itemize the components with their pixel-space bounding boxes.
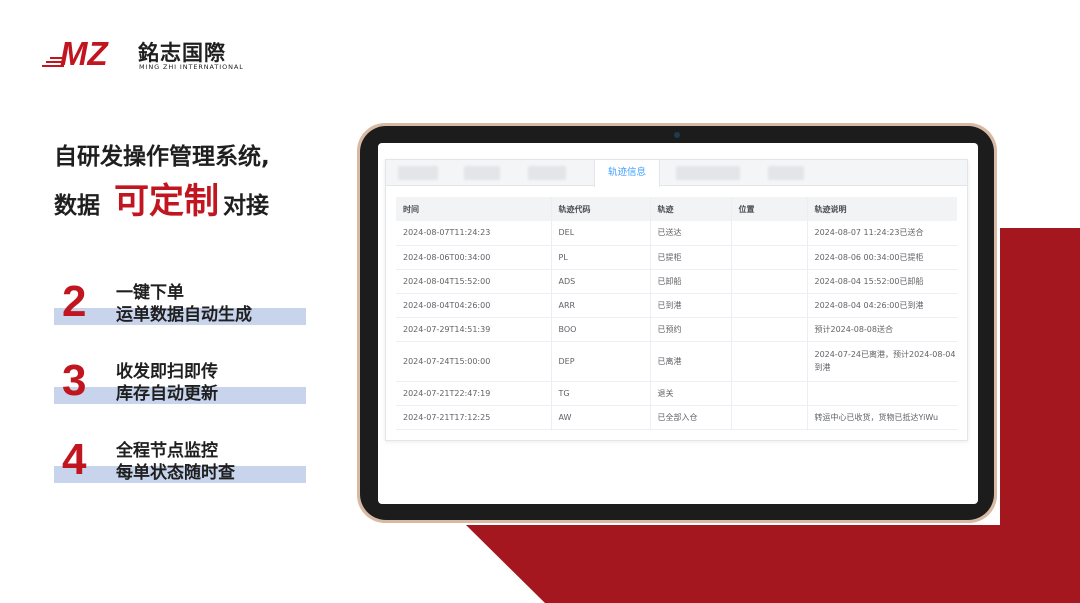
cell-description: 2024-08-06 00:34:00已提柜: [807, 245, 957, 270]
tab-blurred[interactable]: [464, 166, 500, 180]
tab-bar: 轨迹信息: [386, 160, 967, 187]
feature-title: 全程节点监控: [116, 441, 218, 461]
cell-description: 2024-08-04 15:52:00已卸船: [807, 269, 957, 294]
cell-time: 2024-07-24T15:00:00: [396, 341, 552, 382]
cell-code: TG: [551, 381, 651, 406]
cell-location: [731, 317, 808, 342]
cell-code: ADS: [551, 269, 651, 294]
cell-time: 2024-07-21T22:47:19: [396, 381, 552, 406]
cell-code: DEP: [551, 341, 651, 382]
cell-description: 2024-08-07 11:24:23已送合: [807, 221, 957, 246]
cell-status: 退关: [650, 381, 732, 406]
table-row: 2024-08-04T15:52:00 ADS 已卸船 2024-08-04 1…: [396, 269, 957, 294]
cell-status: 已离港: [650, 341, 732, 382]
headline-prefix: 数据: [54, 193, 100, 219]
tab-blurred[interactable]: [528, 166, 566, 180]
cell-time: 2024-07-21T17:12:25: [396, 405, 552, 430]
cell-code: ARR: [551, 293, 651, 318]
cell-location: [731, 293, 808, 318]
cell-code: AW: [551, 405, 651, 430]
tab-blurred[interactable]: [768, 166, 804, 180]
table-row: 2024-07-21T17:12:25 AW 已全部入仓 转运中心已收货，货物已…: [396, 405, 957, 430]
cell-code: PL: [551, 245, 651, 270]
cell-description: 2024-08-04 04:26:00已到港: [807, 293, 957, 318]
feature-subtitle: 运单数据自动生成: [116, 305, 252, 325]
column-header: 位置: [731, 197, 808, 221]
cell-time: 2024-08-07T11:24:23: [396, 221, 552, 246]
cell-description: 2024-07-24已离港，预计2024-08-04到港: [807, 341, 957, 382]
cell-status: 已送达: [650, 221, 732, 246]
table-row: 2024-08-07T11:24:23 DEL 已送达 2024-08-07 1…: [396, 221, 957, 246]
cell-location: [731, 341, 808, 382]
cell-description: 预计2024-08-08送合: [807, 317, 957, 342]
feature-item: 4 全程节点监控 每单状态随时查: [54, 436, 306, 486]
feature-subtitle: 库存自动更新: [116, 384, 218, 404]
column-header: 轨迹: [650, 197, 732, 221]
cell-description: [807, 381, 957, 406]
cell-description: 转运中心已收货，货物已抵达YiWu: [807, 405, 957, 430]
cell-status: 已全部入仓: [650, 405, 732, 430]
tab-tracking-info[interactable]: 轨迹信息: [594, 160, 660, 187]
tab-blurred[interactable]: [398, 166, 438, 180]
feature-subtitle: 每单状态随时查: [116, 463, 235, 483]
cell-code: DEL: [551, 221, 651, 246]
column-header: 时间: [396, 197, 552, 221]
tablet-device: 轨迹信息 时间 轨迹代码 轨迹 位置 轨迹说明 2024-08-07T11:24…: [357, 123, 997, 523]
cell-time: 2024-07-29T14:51:39: [396, 317, 552, 342]
cell-time: 2024-08-04T15:52:00: [396, 269, 552, 294]
feature-item: 2 一键下单 运单数据自动生成: [54, 278, 306, 328]
svg-text:MZ: MZ: [60, 36, 109, 70]
feature-number: 3: [62, 356, 87, 405]
cell-code: BOO: [551, 317, 651, 342]
mz-logo-mark: MZ: [42, 36, 109, 70]
tab-blurred[interactable]: [676, 166, 740, 180]
headline: 自研发操作管理系统, 数据 可定制 对接: [54, 140, 354, 226]
cell-status: 已到港: [650, 293, 732, 318]
tracking-table: 时间 轨迹代码 轨迹 位置 轨迹说明 2024-08-07T11:24:23 D…: [396, 197, 957, 430]
feature-title: 收发即扫即传: [116, 362, 218, 382]
tracking-panel: 轨迹信息 时间 轨迹代码 轨迹 位置 轨迹说明 2024-08-07T11:24…: [385, 159, 968, 441]
headline-line2: 数据 可定制 对接: [54, 182, 354, 226]
headline-highlight: 可定制: [114, 182, 220, 222]
cell-time: 2024-08-04T04:26:00: [396, 293, 552, 318]
table-row: 2024-07-29T14:51:39 BOO 已预约 预计2024-08-08…: [396, 317, 957, 342]
tablet-screen: 轨迹信息 时间 轨迹代码 轨迹 位置 轨迹说明 2024-08-07T11:24…: [378, 143, 978, 504]
table-row: 2024-08-06T00:34:00 PL 已提柜 2024-08-06 00…: [396, 245, 957, 270]
cell-location: [731, 221, 808, 246]
column-header: 轨迹说明: [807, 197, 957, 221]
brand-name-en: MING ZHI INTERNATIONAL: [139, 63, 244, 71]
cell-location: [731, 245, 808, 270]
cell-status: 已卸船: [650, 269, 732, 294]
cell-status: 已提柜: [650, 245, 732, 270]
cell-status: 已预约: [650, 317, 732, 342]
feature-number: 2: [62, 277, 87, 326]
cell-time: 2024-08-06T00:34:00: [396, 245, 552, 270]
column-header: 轨迹代码: [551, 197, 651, 221]
brand-logo: MZ 銘志国際 MING ZHI INTERNATIONAL: [42, 36, 252, 76]
headline-suffix: 对接: [223, 193, 270, 219]
cell-location: [731, 405, 808, 430]
feature-title: 一键下单: [116, 283, 184, 303]
table-row: 2024-07-24T15:00:00 DEP 已离港 2024-07-24已离…: [396, 341, 957, 382]
camera-icon: [674, 132, 680, 138]
table-row: 2024-08-04T04:26:00 ARR 已到港 2024-08-04 0…: [396, 293, 957, 318]
headline-line1: 自研发操作管理系统,: [54, 144, 270, 170]
feature-item: 3 收发即扫即传 库存自动更新: [54, 357, 306, 407]
cell-location: [731, 381, 808, 406]
table-header-row: 时间 轨迹代码 轨迹 位置 轨迹说明: [396, 197, 957, 221]
tablet-bezel: 轨迹信息 时间 轨迹代码 轨迹 位置 轨迹说明 2024-08-07T11:24…: [360, 126, 994, 520]
table-row: 2024-07-21T22:47:19 TG 退关: [396, 381, 957, 406]
cell-location: [731, 269, 808, 294]
feature-number: 4: [62, 435, 87, 484]
